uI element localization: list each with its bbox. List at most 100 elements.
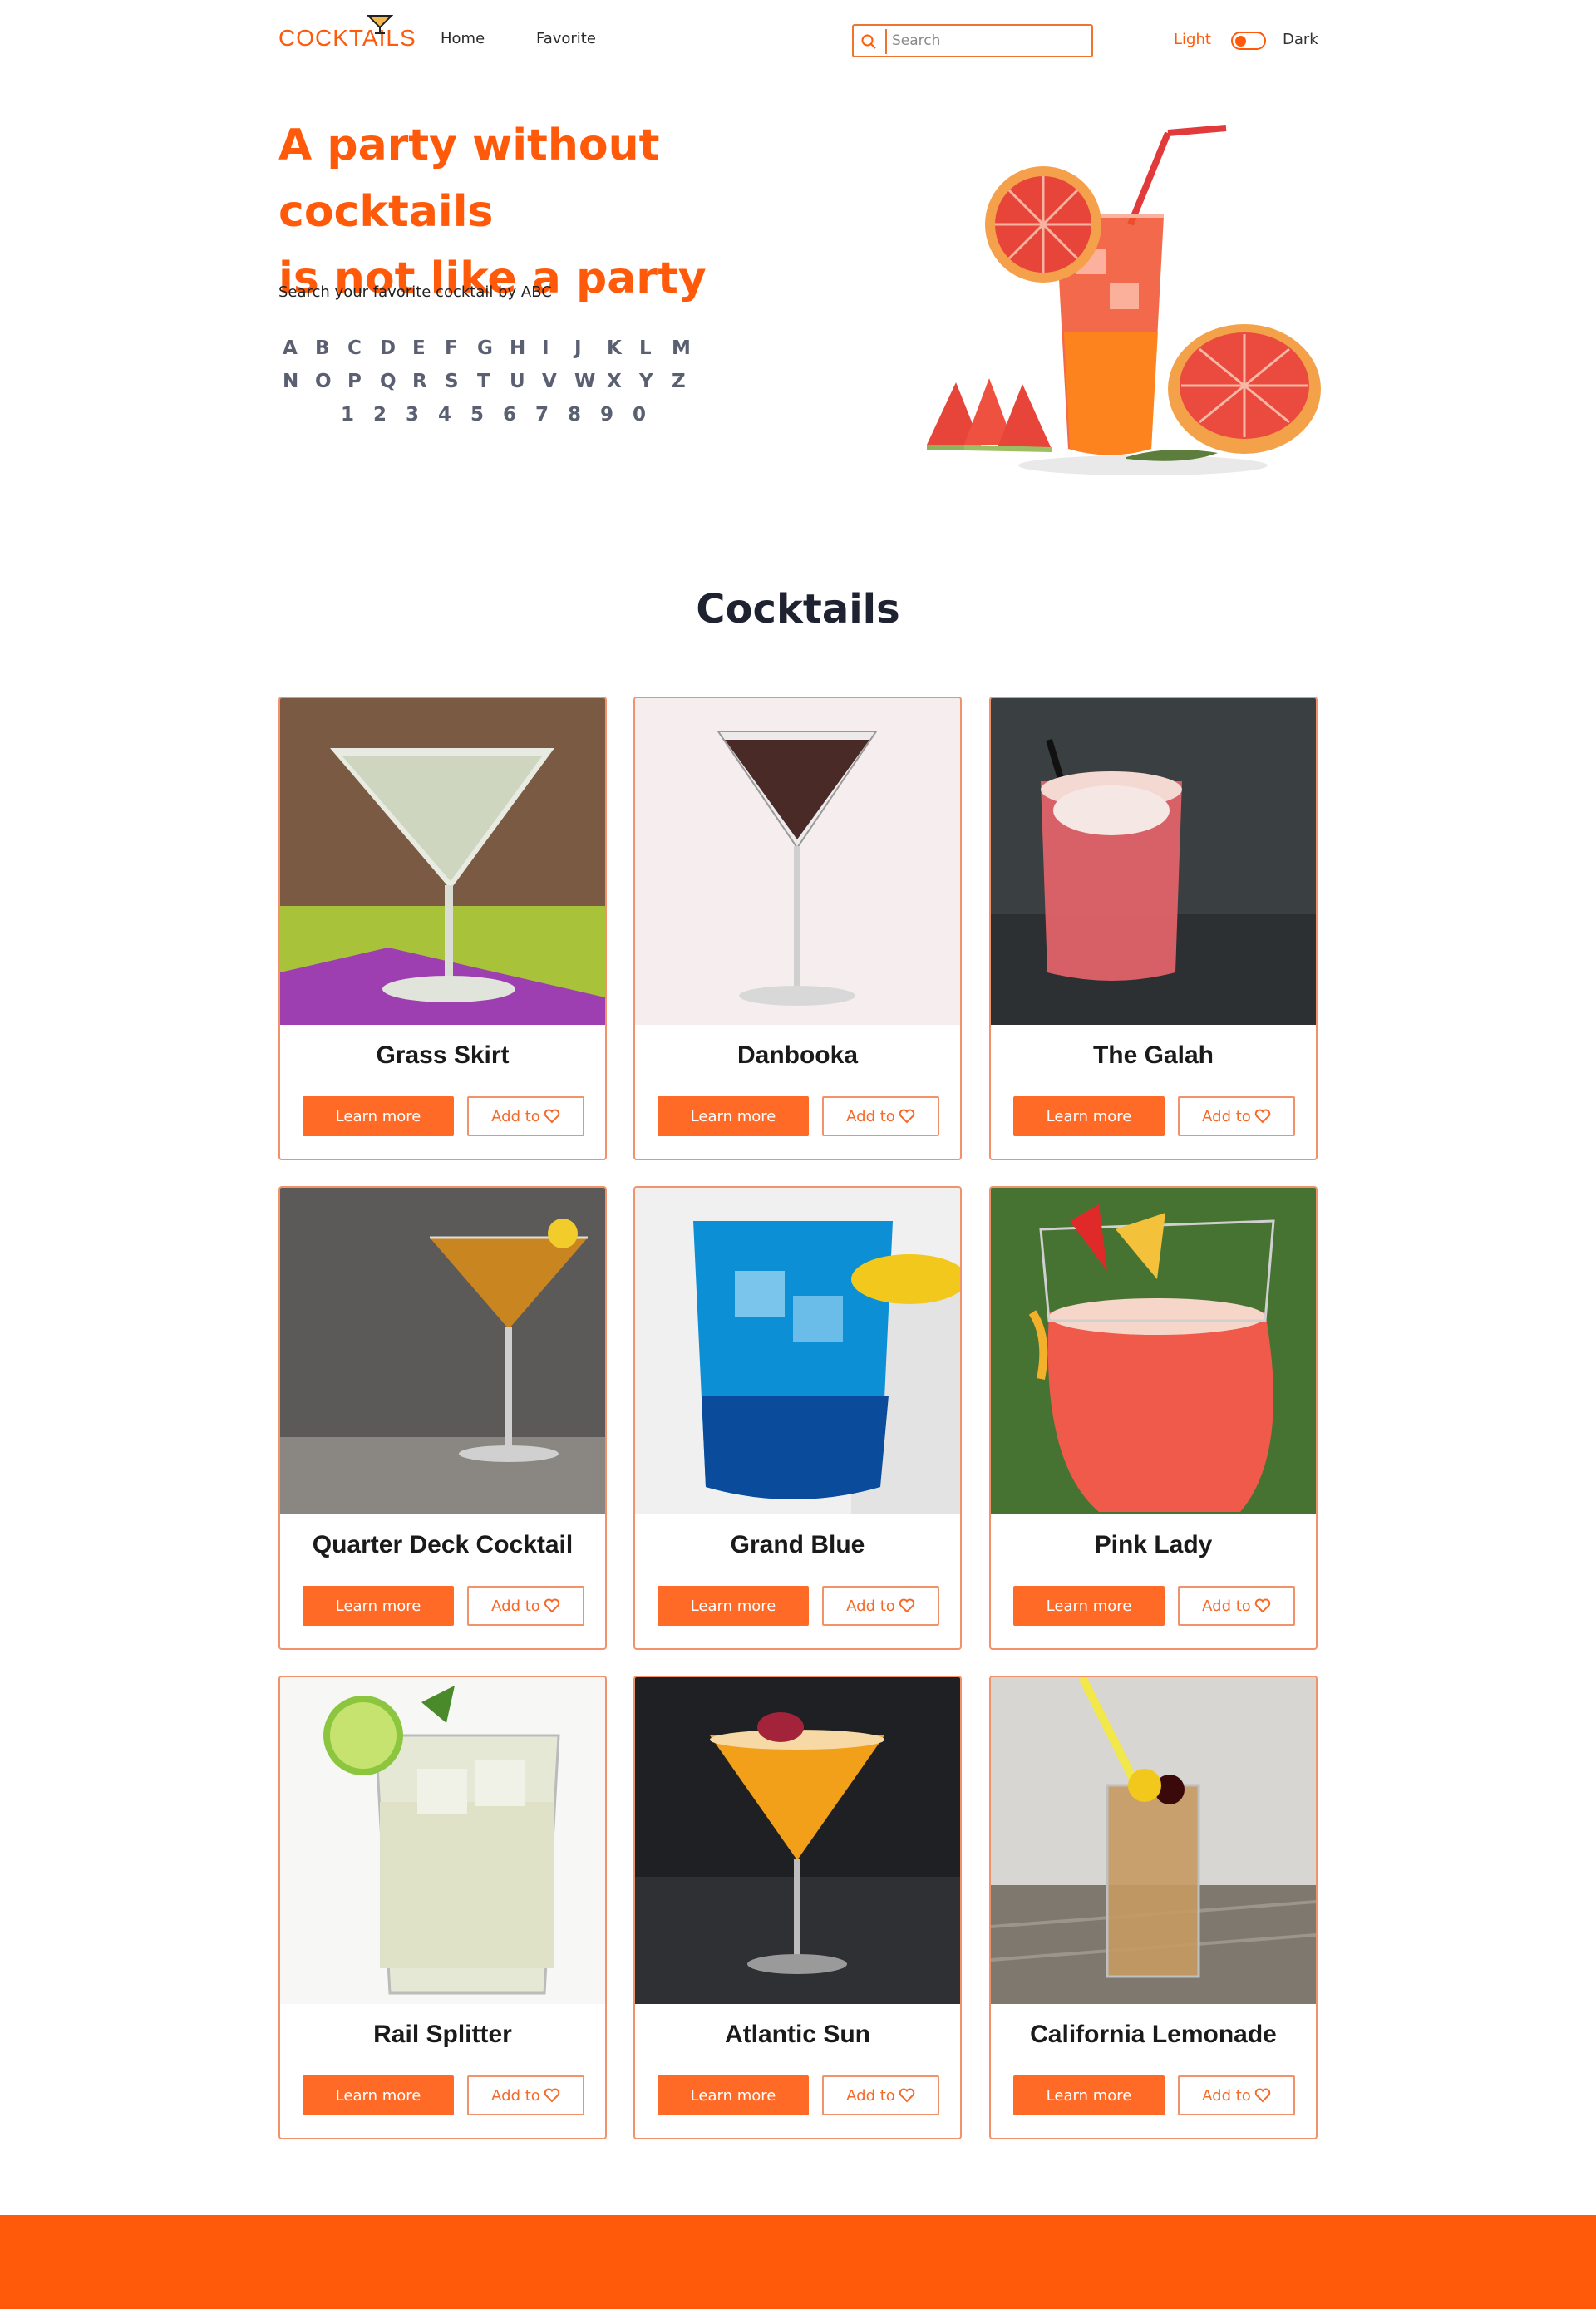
cocktail-name: Rail Splitter xyxy=(373,2021,512,2048)
cocktail-glass-icon xyxy=(367,15,393,34)
cocktail-name: Grass Skirt xyxy=(376,1041,510,1069)
letter-r[interactable]: R xyxy=(412,371,445,404)
header: COCKTAILS Home Favorite Light Dark xyxy=(278,0,1318,80)
cocktail-image[interactable] xyxy=(280,1677,605,2004)
letters-row-2: NOPQRSTUVWXYZ xyxy=(283,371,715,404)
letter-h[interactable]: H xyxy=(510,337,542,371)
hero-title-line-2: is not like a party xyxy=(278,254,707,303)
cocktail-card: The Galah Learn more Add to xyxy=(989,697,1318,1160)
cocktail-image[interactable] xyxy=(280,1188,605,1514)
number-7[interactable]: 7 xyxy=(535,404,568,437)
add-to-favorite-button[interactable]: Add to xyxy=(822,2075,939,2115)
cocktail-name: Pink Lady xyxy=(1094,1531,1213,1558)
letter-d[interactable]: D xyxy=(380,337,412,371)
learn-more-button[interactable]: Learn more xyxy=(658,1096,809,1136)
add-to-favorite-button[interactable]: Add to xyxy=(822,1096,939,1136)
letter-g[interactable]: G xyxy=(477,337,510,371)
search-box[interactable] xyxy=(852,24,1093,57)
cocktail-image[interactable] xyxy=(280,698,605,1025)
number-0[interactable]: 0 xyxy=(633,404,665,437)
cocktail-photo xyxy=(991,1677,1316,2004)
cocktail-photo xyxy=(280,698,605,1025)
cocktail-image[interactable] xyxy=(991,1677,1316,2004)
cocktail-name: Grand Blue xyxy=(730,1531,865,1558)
letter-z[interactable]: Z xyxy=(672,371,704,404)
add-to-favorite-button[interactable]: Add to xyxy=(1178,1096,1295,1136)
letter-k[interactable]: K xyxy=(607,337,639,371)
letter-a[interactable]: A xyxy=(283,337,315,371)
letter-w[interactable]: W xyxy=(574,371,607,404)
nav-home[interactable]: Home xyxy=(441,30,485,47)
letter-b[interactable]: B xyxy=(315,337,347,371)
logo[interactable]: COCKTAILS xyxy=(278,25,416,52)
footer xyxy=(0,2215,1596,2309)
learn-more-button[interactable]: Learn more xyxy=(303,2075,454,2115)
learn-more-button[interactable]: Learn more xyxy=(658,2075,809,2115)
mode-light-label: Light xyxy=(1174,31,1211,48)
cocktail-card: Danbooka Learn more Add to xyxy=(633,697,962,1160)
letter-p[interactable]: P xyxy=(347,371,380,404)
heart-icon xyxy=(544,1109,560,1124)
add-to-favorite-button[interactable]: Add to xyxy=(1178,2075,1295,2115)
hero-subtitle: Search your favorite cocktail by ABC xyxy=(278,283,552,301)
letter-v[interactable]: V xyxy=(542,371,574,404)
letter-n[interactable]: N xyxy=(283,371,315,404)
learn-more-button[interactable]: Learn more xyxy=(1013,2075,1165,2115)
letter-u[interactable]: U xyxy=(510,371,542,404)
learn-more-button[interactable]: Learn more xyxy=(303,1096,454,1136)
add-to-label: Add to xyxy=(491,1107,540,1125)
heart-icon xyxy=(899,1598,915,1613)
add-to-favorite-button[interactable]: Add to xyxy=(822,1586,939,1626)
letter-j[interactable]: J xyxy=(574,337,607,371)
search-input[interactable] xyxy=(892,30,1083,52)
cocktail-card: Grand Blue Learn more Add to xyxy=(633,1186,962,1650)
letter-i[interactable]: I xyxy=(542,337,574,371)
search-icon[interactable] xyxy=(860,33,877,50)
number-3[interactable]: 3 xyxy=(406,404,438,437)
letter-f[interactable]: F xyxy=(445,337,477,371)
number-1[interactable]: 1 xyxy=(341,404,373,437)
theme-toggle[interactable] xyxy=(1231,32,1266,50)
cocktail-card: Quarter Deck Cocktail Learn more Add to xyxy=(278,1186,607,1650)
cocktail-card: California Lemonade Learn more Add to xyxy=(989,1676,1318,2139)
cocktail-photo xyxy=(991,698,1316,1025)
learn-more-button[interactable]: Learn more xyxy=(658,1586,809,1626)
add-to-label: Add to xyxy=(491,1597,540,1615)
learn-more-button[interactable]: Learn more xyxy=(1013,1586,1165,1626)
cocktail-image[interactable] xyxy=(991,1188,1316,1514)
cocktail-image[interactable] xyxy=(991,698,1316,1025)
nav-favorite[interactable]: Favorite xyxy=(536,30,596,47)
add-to-label: Add to xyxy=(846,2086,895,2105)
cocktail-image[interactable] xyxy=(635,698,960,1025)
cocktail-image[interactable] xyxy=(635,1188,960,1514)
letter-s[interactable]: S xyxy=(445,371,477,404)
cocktail-name: California Lemonade xyxy=(1030,2021,1277,2048)
number-8[interactable]: 8 xyxy=(568,404,600,437)
add-to-favorite-button[interactable]: Add to xyxy=(467,2075,584,2115)
letter-l[interactable]: L xyxy=(639,337,672,371)
cocktail-image[interactable] xyxy=(635,1677,960,2004)
letter-x[interactable]: X xyxy=(607,371,639,404)
add-to-favorite-button[interactable]: Add to xyxy=(1178,1586,1295,1626)
number-4[interactable]: 4 xyxy=(438,404,470,437)
cocktail-name: Quarter Deck Cocktail xyxy=(312,1531,574,1558)
toggle-knob xyxy=(1235,36,1246,47)
letter-y[interactable]: Y xyxy=(639,371,672,404)
letter-t[interactable]: T xyxy=(477,371,510,404)
learn-more-button[interactable]: Learn more xyxy=(303,1586,454,1626)
letter-q[interactable]: Q xyxy=(380,371,412,404)
number-6[interactable]: 6 xyxy=(503,404,535,437)
hero-cocktail-image xyxy=(927,125,1321,475)
letter-c[interactable]: C xyxy=(347,337,380,371)
letter-m[interactable]: M xyxy=(672,337,704,371)
section-title: Cocktails xyxy=(696,586,900,633)
letter-e[interactable]: E xyxy=(412,337,445,371)
add-to-favorite-button[interactable]: Add to xyxy=(467,1586,584,1626)
number-5[interactable]: 5 xyxy=(470,404,503,437)
number-9[interactable]: 9 xyxy=(600,404,633,437)
letter-o[interactable]: O xyxy=(315,371,347,404)
learn-more-button[interactable]: Learn more xyxy=(1013,1096,1165,1136)
number-2[interactable]: 2 xyxy=(373,404,406,437)
hero-title-line-1: A party without cocktails xyxy=(278,121,660,237)
add-to-favorite-button[interactable]: Add to xyxy=(467,1096,584,1136)
